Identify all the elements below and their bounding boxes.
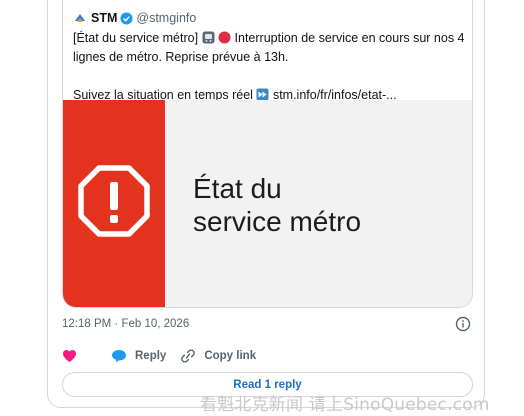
quoted-tweet[interactable]: STM @stmginfo [État du service métro] In… — [62, 0, 473, 308]
verified-badge-icon — [120, 11, 133, 25]
reply-label: Reply — [135, 350, 167, 362]
tweet-text-line2: lignes de métro. Reprise prévue à 13h. — [73, 50, 289, 64]
author-handle[interactable]: @stmginfo — [136, 11, 196, 25]
info-icon[interactable] — [455, 316, 471, 332]
banner-title: État du service métro — [193, 172, 361, 238]
metro-train-emoji-icon — [202, 31, 215, 44]
tweet-text: [État du service métro] Interruption de … — [73, 29, 468, 105]
reply-bubble-icon — [112, 350, 126, 363]
author-name[interactable]: STM — [91, 11, 117, 25]
copy-link-button[interactable]: Copy link — [180, 349, 256, 363]
tweet-text-tag: [État du service métro] — [73, 31, 199, 45]
timestamp[interactable]: 12:18 PM · Feb 10, 2026 — [62, 318, 189, 330]
tweet-actions: Reply Copy link — [62, 346, 270, 366]
tweet-meta: 12:18 PM · Feb 10, 2026 — [62, 316, 473, 334]
like-button[interactable] — [62, 349, 85, 363]
banner-title-line1: État du — [193, 173, 282, 204]
reply-button[interactable]: Reply — [111, 349, 166, 363]
tweet-text-line1: Interruption de service en cours sur nos… — [234, 31, 465, 45]
banner-image[interactable]: État du service métro — [63, 100, 472, 307]
heart-icon — [63, 350, 76, 362]
red-circle-emoji-icon — [218, 31, 231, 44]
quoted-tweet-header: STM @stmginfo — [73, 9, 196, 27]
watermark-text: 看魁北克新闻 请上SinoQuebec.com — [200, 395, 490, 415]
banner-red-panel — [63, 100, 165, 307]
warning-icon — [78, 165, 150, 237]
link-icon — [181, 349, 196, 363]
copy-link-label: Copy link — [204, 350, 257, 362]
stm-logo-icon — [75, 14, 85, 22]
banner-title-line2: service métro — [193, 206, 362, 237]
